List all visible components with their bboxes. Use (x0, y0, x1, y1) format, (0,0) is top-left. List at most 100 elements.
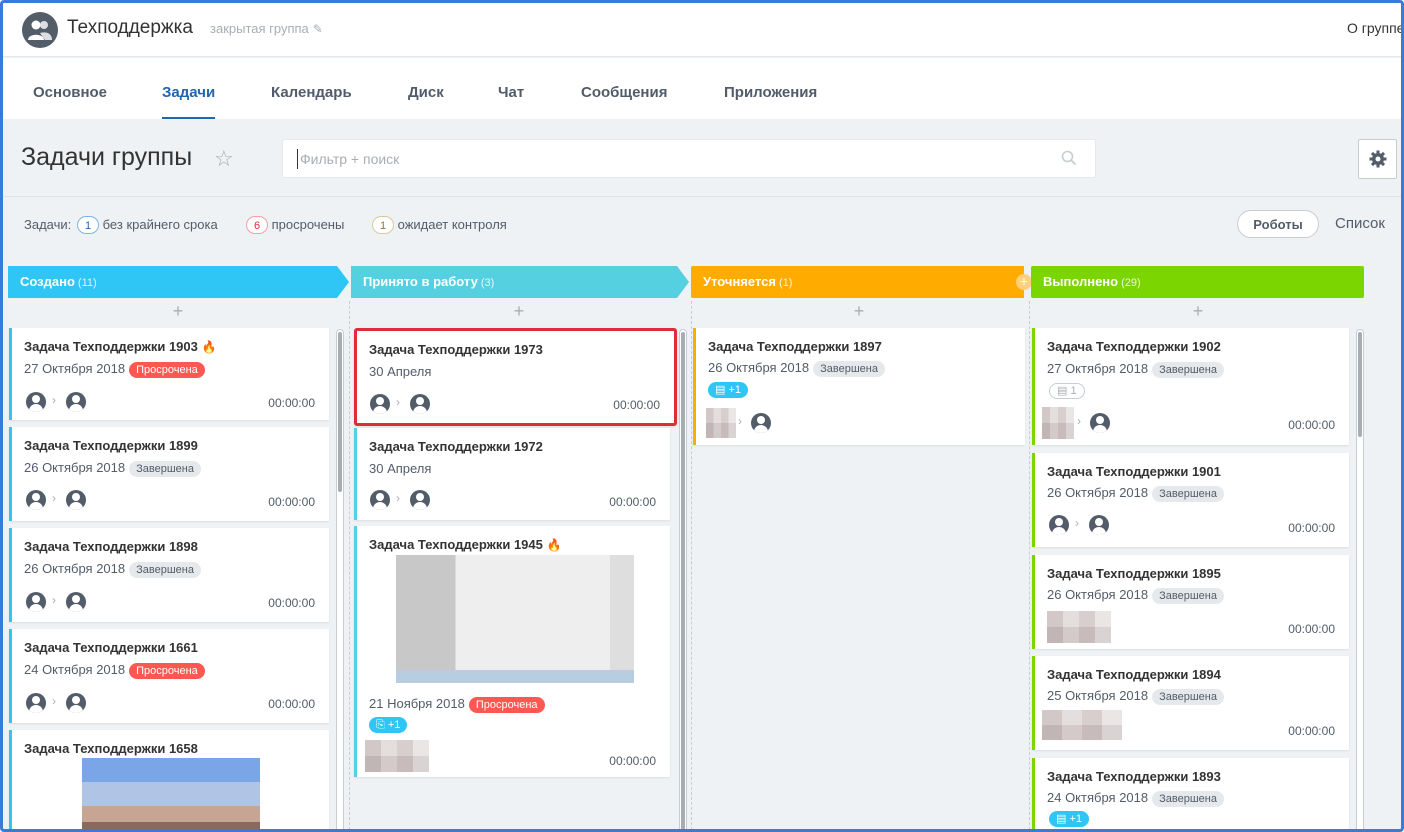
settings-button[interactable] (1358, 139, 1397, 179)
counter-no-deadline[interactable]: 1 без крайнего срока (77, 216, 218, 234)
avatar[interactable] (66, 392, 86, 412)
avatar[interactable] (26, 592, 46, 612)
tab-chat[interactable]: Чат (498, 84, 524, 101)
counter-overdue[interactable]: 6 просрочены (246, 216, 344, 234)
avatar[interactable] (1042, 710, 1122, 740)
task-image-preview[interactable] (396, 555, 634, 683)
add-task-plus-icon[interactable]: + (849, 301, 869, 323)
status-badge: Завершена (1152, 689, 1224, 705)
tab-tasks[interactable]: Задачи (162, 84, 216, 119)
add-task-plus-icon[interactable]: + (168, 301, 188, 323)
task-card[interactable]: Задача Техподдержки 1898 26 Октября 2018… (9, 528, 329, 622)
task-title[interactable]: Задача Техподдержки 1897 (708, 339, 882, 354)
task-title[interactable]: Задача Техподдержки 1903 🔥 (24, 339, 217, 354)
chevron-right-icon: › (396, 395, 400, 409)
task-title[interactable]: Задача Техподдержки 1901 (1047, 464, 1221, 479)
group-title[interactable]: Техподдержка (67, 17, 193, 39)
task-card[interactable]: Задача Техподдержки 1972 30 Апреля › 00:… (354, 428, 670, 520)
avatar[interactable] (706, 408, 736, 438)
task-card[interactable]: Задача Техподдержки 1661 24 Октября 2018… (9, 629, 329, 723)
counters-label: Задачи: (24, 217, 72, 232)
avatar[interactable] (26, 693, 46, 713)
avatar[interactable] (66, 592, 86, 612)
avatar[interactable] (66, 490, 86, 510)
avatar[interactable] (26, 490, 46, 510)
task-title[interactable]: Задача Техподдержки 1893 (1047, 769, 1221, 784)
task-image-preview[interactable] (82, 758, 260, 829)
column-header-created[interactable]: Создано (11) (8, 266, 349, 298)
comments-counter[interactable]: ▤ +1 (1049, 811, 1090, 827)
avatar[interactable] (365, 740, 429, 772)
task-card[interactable]: Задача Техподдержки 1902 27 Октября 2018… (1032, 328, 1349, 445)
task-card[interactable]: Задача Техподдержки 1899 26 Октября 2018… (9, 427, 329, 521)
column-count: (11) (77, 277, 97, 289)
chevron-right-icon: › (52, 694, 56, 708)
column-scrollbar[interactable] (679, 329, 687, 829)
task-card[interactable]: Задача Техподдержки 1903 🔥 27 Октября 201… (9, 328, 329, 420)
avatar[interactable] (370, 394, 390, 414)
column-header-in-progress[interactable]: Принято в работу (3) (351, 266, 689, 298)
task-title[interactable]: Задача Техподдержки 1658 (24, 741, 198, 756)
avatar[interactable] (410, 490, 430, 510)
add-column-icon[interactable]: + (1016, 274, 1032, 290)
task-title[interactable]: Задача Техподдержки 1945 🔥 (369, 537, 562, 552)
status-badge: Завершена (1152, 362, 1224, 378)
task-card[interactable]: Задача Техподдержки 1945 🔥 21 Ноября 2018… (354, 526, 670, 777)
task-deadline: 26 Октября 2018 Завершена (1047, 587, 1224, 604)
files-counter[interactable]: ⎘ +1 (369, 717, 408, 733)
column-scrollbar[interactable] (1356, 329, 1364, 829)
comments-counter[interactable]: ▤ +1 (708, 382, 749, 398)
task-title[interactable]: Задача Техподдержки 1898 (24, 539, 198, 554)
avatar[interactable] (66, 693, 86, 713)
avatar[interactable] (1089, 515, 1109, 535)
avatar[interactable] (26, 392, 46, 412)
add-task-plus-icon[interactable]: + (509, 301, 529, 323)
avatar[interactable] (370, 490, 390, 510)
tab-messages[interactable]: Сообщения (581, 84, 667, 101)
avatar[interactable] (1049, 515, 1069, 535)
search-input[interactable] (297, 149, 1037, 169)
task-card[interactable]: Задача Техподдержки 1897 26 Октября 2018… (693, 328, 1025, 445)
about-group-link[interactable]: О группе (1347, 20, 1401, 36)
comments-counter[interactable]: ▤ 1 (1049, 383, 1085, 399)
task-title[interactable]: Задача Техподдержки 1661 (24, 640, 198, 655)
column-count: (1) (778, 277, 793, 289)
task-date-text: 27 Октября 2018 (24, 361, 126, 376)
task-title[interactable]: Задача Техподдержки 1895 (1047, 566, 1221, 581)
column-header-done[interactable]: Выполнено (29) (1031, 266, 1364, 298)
add-task-plus-icon[interactable]: + (1188, 301, 1208, 323)
tab-main[interactable]: Основное (33, 84, 107, 101)
search-icon[interactable] (1061, 150, 1077, 166)
task-card[interactable]: Задача Техподдержки 1895 26 Октября 2018… (1032, 555, 1349, 649)
avatar[interactable] (410, 394, 430, 414)
counter-badge: 1 (372, 216, 394, 234)
task-card[interactable]: Задача Техподдержки 1894 25 Октября 2018… (1032, 656, 1349, 750)
task-title[interactable]: Задача Техподдержки 1894 (1047, 667, 1221, 682)
avatar[interactable] (1047, 611, 1111, 643)
column-scrollbar[interactable] (336, 329, 344, 829)
column-header-clarifying[interactable]: Уточняется (1) (691, 266, 1024, 298)
task-title[interactable]: Задача Техподдержки 1972 (369, 439, 543, 454)
task-card-selected[interactable]: Задача Техподдержки 1973 30 Апреля › 00:… (354, 328, 677, 426)
avatar[interactable] (1042, 407, 1074, 439)
task-title[interactable]: Задача Техподдержки 1899 (24, 438, 198, 453)
search-box[interactable] (282, 139, 1096, 178)
task-card[interactable]: Задача Техподдержки 1893 24 Октября 2018… (1032, 758, 1349, 829)
task-title[interactable]: Задача Техподдержки 1902 (1047, 339, 1221, 354)
status-badge: Завершена (1152, 486, 1224, 502)
task-title-text: Задача Техподдержки 1903 (24, 339, 198, 354)
list-view-link[interactable]: Список (1335, 215, 1385, 232)
task-card[interactable]: Задача Техподдержки 1658 (9, 730, 329, 829)
task-title[interactable]: Задача Техподдержки 1973 (369, 342, 543, 357)
pencil-icon[interactable]: ✎ (313, 22, 323, 36)
tab-apps[interactable]: Приложения (724, 84, 817, 101)
counter-awaiting[interactable]: 1 ожидает контроля (372, 216, 507, 234)
tab-calendar[interactable]: Календарь (271, 84, 352, 101)
avatar[interactable] (751, 413, 771, 433)
task-card[interactable]: Задача Техподдержки 1901 26 Октября 2018… (1032, 453, 1349, 547)
star-icon[interactable]: ☆ (214, 146, 234, 172)
group-icon[interactable] (22, 12, 58, 48)
robots-button[interactable]: Роботы (1237, 210, 1319, 238)
tab-disk[interactable]: Диск (408, 84, 444, 101)
avatar[interactable] (1090, 413, 1110, 433)
